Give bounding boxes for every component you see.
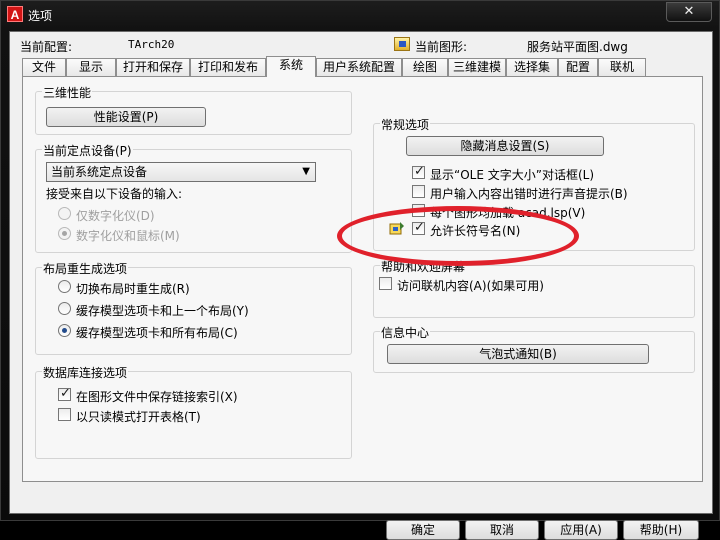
current-drawing-value: 服务站平面图.dwg (527, 40, 628, 54)
digitizer-only-radio[interactable]: 仅数字化仪(D) (58, 205, 258, 223)
store-links-index-checkbox[interactable]: 在图形文件中保存链接索引(X) (58, 386, 338, 404)
tab-strip: 文件 显示 打开和保存 打印和发布 系统 用户系统配置 绘图 三维建模 选择集 … (22, 56, 702, 77)
radio-label: 仅数字化仪(D) (76, 209, 155, 223)
title-bar: A 选项 ✕ (1, 1, 720, 29)
apply-button[interactable]: 应用(A) (544, 520, 618, 540)
tab-open-save[interactable]: 打开和保存 (116, 58, 190, 76)
hidden-messages-settings-button[interactable]: 隐藏消息设置(S) (406, 136, 604, 156)
checkbox-icon (412, 220, 425, 235)
window-title: 选项 (28, 9, 53, 23)
allow-long-symbol-names-checkbox[interactable]: 允许长符号名(N) (412, 220, 662, 238)
help-button[interactable]: 帮助(H) (623, 520, 699, 540)
checkbox-label: 以只读模式打开表格(T) (76, 410, 201, 424)
autocad-icon: A (7, 6, 23, 22)
access-online-content-checkbox[interactable]: 访问联机内容(A)(如果可用) (379, 275, 639, 293)
group-title: 数据库连接选项 (42, 364, 129, 381)
digitizer-and-mouse-radio[interactable]: 数字化仪和鼠标(M) (58, 225, 258, 243)
checkbox-icon (412, 164, 425, 179)
radio-label: 缓存模型选项卡和上一个布局(Y) (76, 304, 249, 318)
current-profile-value: TArch20 (128, 38, 175, 51)
show-ole-text-size-checkbox[interactable]: 显示“OLE 文字大小”对话框(L) (412, 164, 692, 182)
checkbox-label: 在图形文件中保存链接索引(X) (76, 390, 238, 404)
info-center-group: 信息中心 气泡式通知(B) (373, 324, 695, 373)
layout-regen-group: 布局重生成选项 切换布局时重生成(R) 缓存模型选项卡和上一个布局(Y) 缓存模… (35, 260, 352, 355)
group-title: 帮助和欢迎屏幕 (380, 258, 467, 275)
tab-drafting[interactable]: 绘图 (402, 58, 448, 76)
radio-label: 缓存模型选项卡和所有布局(C) (76, 326, 238, 340)
radio-icon (58, 302, 71, 315)
chevron-down-icon: ▼ (302, 166, 310, 177)
radio-icon (58, 227, 71, 240)
help-welcome-group: 帮助和欢迎屏幕 访问联机内容(A)(如果可用) (373, 258, 695, 318)
3d-performance-group: 三维性能 性能设置(P) (35, 84, 352, 135)
cache-model-all-layouts-radio[interactable]: 缓存模型选项卡和所有布局(C) (58, 322, 338, 340)
group-title: 当前定点设备(P) (42, 142, 133, 159)
ok-button[interactable]: 确定 (386, 520, 460, 540)
group-title: 三维性能 (42, 84, 93, 101)
general-options-group: 常规选项 隐藏消息设置(S) 显示“OLE 文字大小”对话框(L) 用户输入内容… (373, 116, 695, 251)
current-profile-label: 当前配置: (20, 40, 73, 54)
options-dialog: A 选项 ✕ 当前配置: TArch20 当前图形: 服务站平面图.dwg 文件… (0, 0, 720, 540)
dialog-client: 当前配置: TArch20 当前图形: 服务站平面图.dwg 文件 显示 打开和… (9, 31, 714, 540)
tab-display[interactable]: 显示 (66, 58, 116, 76)
open-tables-readonly-checkbox[interactable]: 以只读模式打开表格(T) (58, 406, 338, 424)
current-drawing-label: 当前图形: (415, 40, 468, 54)
checkbox-label: 访问联机内容(A)(如果可用) (397, 279, 544, 293)
pointing-device-select[interactable]: 当前系统定点设备 ▼ (46, 162, 316, 182)
checkbox-icon (412, 204, 425, 217)
checkbox-label: 每个图形均加载 acad.lsp(V) (430, 206, 586, 220)
regen-on-switch-radio[interactable]: 切换布局时重生成(R) (58, 278, 318, 296)
dwg-file-icon (394, 37, 410, 51)
group-title: 信息中心 (380, 324, 431, 341)
database-connectivity-group: 数据库连接选项 在图形文件中保存链接索引(X) 以只读模式打开表格(T) (35, 364, 352, 459)
checkbox-label: 允许长符号名(N) (430, 224, 521, 238)
tab-selection[interactable]: 选择集 (506, 58, 558, 76)
tab-profiles[interactable]: 配置 (558, 58, 598, 76)
checkbox-icon (58, 408, 71, 421)
checkbox-label: 显示“OLE 文字大小”对话框(L) (430, 168, 595, 182)
pointing-device-group: 当前定点设备(P) 当前系统定点设备 ▼ 接受来自以下设备的输入: 仅数字化仪(… (35, 142, 352, 253)
tab-system[interactable]: 系统 (266, 56, 316, 77)
tab-3d-modeling[interactable]: 三维建模 (448, 58, 506, 76)
balloon-notification-button[interactable]: 气泡式通知(B) (387, 344, 649, 364)
radio-icon (58, 207, 71, 220)
cache-model-last-layout-radio[interactable]: 缓存模型选项卡和上一个布局(Y) (58, 300, 338, 318)
checkbox-label: 用户输入内容出错时进行声音提示(B) (430, 187, 628, 201)
checkbox-icon (412, 185, 425, 198)
tab-user-preferences[interactable]: 用户系统配置 (316, 58, 402, 76)
pointing-device-value: 当前系统定点设备 (51, 165, 148, 179)
drawing-saved-icon (389, 222, 404, 235)
group-title: 常规选项 (380, 116, 431, 133)
system-tab-panel: 三维性能 性能设置(P) 当前定点设备(P) 当前系统定点设备 ▼ 接受来自以下… (22, 76, 703, 482)
close-button[interactable]: ✕ (666, 2, 712, 22)
cancel-button[interactable]: 取消 (465, 520, 539, 540)
tab-file[interactable]: 文件 (22, 58, 66, 76)
beep-on-error-checkbox[interactable]: 用户输入内容出错时进行声音提示(B) (412, 183, 692, 201)
radio-label: 数字化仪和鼠标(M) (76, 229, 180, 243)
group-title: 布局重生成选项 (42, 260, 129, 277)
checkbox-icon (379, 277, 392, 290)
radio-icon (58, 280, 71, 293)
tab-online[interactable]: 联机 (598, 58, 646, 76)
load-acad-lsp-checkbox[interactable]: 每个图形均加载 acad.lsp(V) (412, 202, 692, 220)
radio-icon (58, 324, 71, 337)
performance-settings-button[interactable]: 性能设置(P) (46, 107, 206, 127)
tab-plot-publish[interactable]: 打印和发布 (190, 58, 266, 76)
checkbox-icon (58, 386, 71, 401)
radio-label: 切换布局时重生成(R) (76, 282, 190, 296)
profile-bar: 当前配置: TArch20 当前图形: 服务站平面图.dwg (10, 34, 714, 54)
accept-input-label: 接受来自以下设备的输入: (46, 187, 183, 201)
